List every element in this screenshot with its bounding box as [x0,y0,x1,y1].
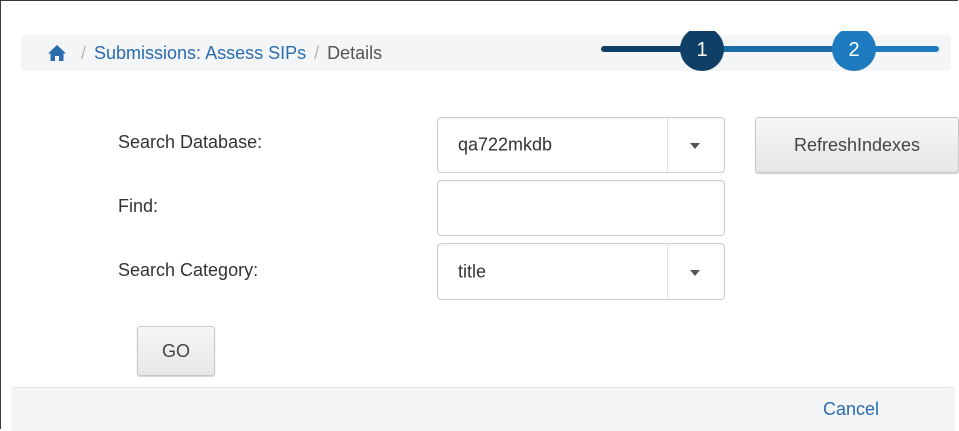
chevron-down-icon [690,143,700,149]
step-1-number: 1 [696,39,707,61]
home-icon[interactable] [47,44,67,62]
go-button[interactable]: GO [137,326,215,376]
find-input[interactable] [437,180,725,236]
find-label: Find: [118,196,159,216]
search-database-value: qa722mkdb [458,134,553,155]
cancel-button[interactable]: Cancel [823,388,879,431]
search-database-select[interactable]: qa722mkdb [437,117,725,173]
refresh-indexes-button[interactable]: RefreshIndexes [755,117,959,173]
stepper-step-1[interactable]: 1 [680,31,724,71]
search-category-label: Search Category: [118,260,259,280]
breadcrumb-separator: / [81,42,87,63]
select-divider [667,244,668,299]
dialog-footer: Cancel [11,387,955,431]
select-divider [667,118,668,172]
dialog-frame: / Submissions: Assess SIPs / Details 1 2… [0,0,959,431]
stepper-line-3 [871,46,939,52]
breadcrumb-current-details: Details [327,42,383,63]
search-category-value: title [458,261,487,281]
breadcrumb: / Submissions: Assess SIPs / Details [47,35,382,71]
search-database-label: Search Database: [118,132,263,152]
breadcrumb-link-assess-sips[interactable]: Submissions: Assess SIPs [94,43,306,64]
step-2-number: 2 [848,39,859,61]
search-category-select[interactable]: title [437,243,725,300]
wizard-stepper: 1 2 [601,31,939,71]
chevron-down-icon [690,269,700,276]
stepper-step-2[interactable]: 2 [832,31,876,71]
breadcrumb-separator: / [314,42,320,63]
